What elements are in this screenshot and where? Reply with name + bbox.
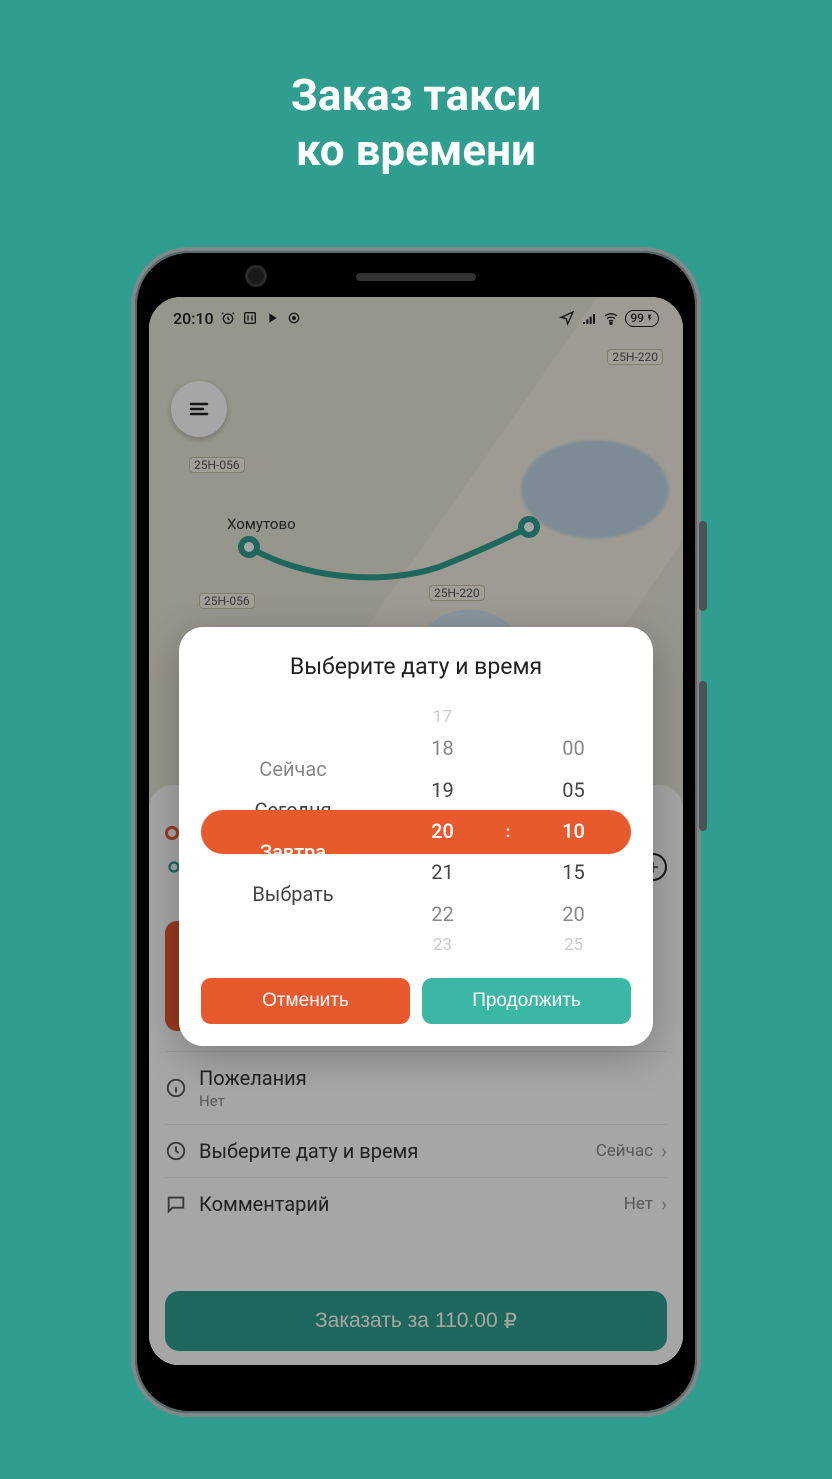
- order-button[interactable]: Заказать за 110.00 ₽: [165, 1291, 667, 1351]
- continue-button[interactable]: Продолжить: [422, 978, 631, 1024]
- map-route: [239, 517, 539, 577]
- status-time: 20:10: [173, 309, 214, 328]
- picker-day-column[interactable]: Сейчас Сегодня Завтра Выбрать: [201, 706, 385, 956]
- wishes-row[interactable]: Пожелания Нет: [165, 1051, 667, 1124]
- location-arrow-icon: [559, 310, 575, 326]
- datetime-picker-modal: Выберите дату и время Сейчас Сегодня Зав…: [179, 627, 653, 1046]
- wishes-value: Нет: [199, 1092, 307, 1110]
- phone-side-button: [699, 521, 707, 611]
- phone-screen: 25Н-056 25Н-056 25Н-220 25Н-220 Хомутово…: [149, 297, 683, 1365]
- comment-row[interactable]: Комментарий Нет ›: [165, 1177, 667, 1230]
- status-bar: 20:10 99: [149, 297, 683, 339]
- pickup-dot-icon: [165, 826, 179, 840]
- comment-icon: [165, 1193, 187, 1215]
- nfc-icon: [242, 310, 258, 326]
- info-icon: [165, 1077, 187, 1099]
- comment-label: Комментарий: [199, 1192, 329, 1216]
- wifi-icon: [603, 310, 619, 326]
- menu-icon: [187, 397, 211, 421]
- picker-separator: :: [500, 706, 516, 956]
- datetime-row[interactable]: Выберите дату и время Сейчас ›: [165, 1124, 667, 1177]
- modal-title: Выберите дату и время: [201, 653, 631, 680]
- menu-button[interactable]: [171, 381, 227, 437]
- wishes-label: Пожелания: [199, 1066, 307, 1090]
- battery-indicator: 99: [625, 310, 659, 327]
- datetime-picker[interactable]: Сейчас Сегодня Завтра Выбрать 17 18 19 2…: [201, 706, 631, 956]
- phone-camera: [245, 265, 267, 287]
- picker-minute-column[interactable]: 00 05 10 15 20 25: [516, 706, 631, 956]
- comment-value: Нет: [624, 1194, 653, 1214]
- clock-icon: [165, 1140, 187, 1162]
- alarm-icon: [220, 310, 236, 326]
- signal-icon: [581, 310, 597, 326]
- play-icon: [264, 310, 280, 326]
- promo-title: Заказ такси ко времени: [0, 68, 832, 178]
- datetime-label: Выберите дату и время: [199, 1139, 418, 1163]
- phone-speaker: [356, 273, 476, 281]
- road-label: 25Н-220: [607, 349, 663, 365]
- datetime-value: Сейчас: [596, 1141, 653, 1161]
- chevron-right-icon: ›: [661, 1192, 667, 1216]
- cancel-button[interactable]: Отменить: [201, 978, 410, 1024]
- road-label: 25Н-056: [189, 457, 245, 473]
- target-icon: [286, 310, 302, 326]
- phone-frame: 25Н-056 25Н-056 25Н-220 25Н-220 Хомутово…: [131, 247, 701, 1417]
- chevron-right-icon: ›: [661, 1139, 667, 1163]
- picker-hour-column[interactable]: 17 18 19 20 21 22 23: [385, 706, 500, 956]
- phone-side-button: [699, 681, 707, 831]
